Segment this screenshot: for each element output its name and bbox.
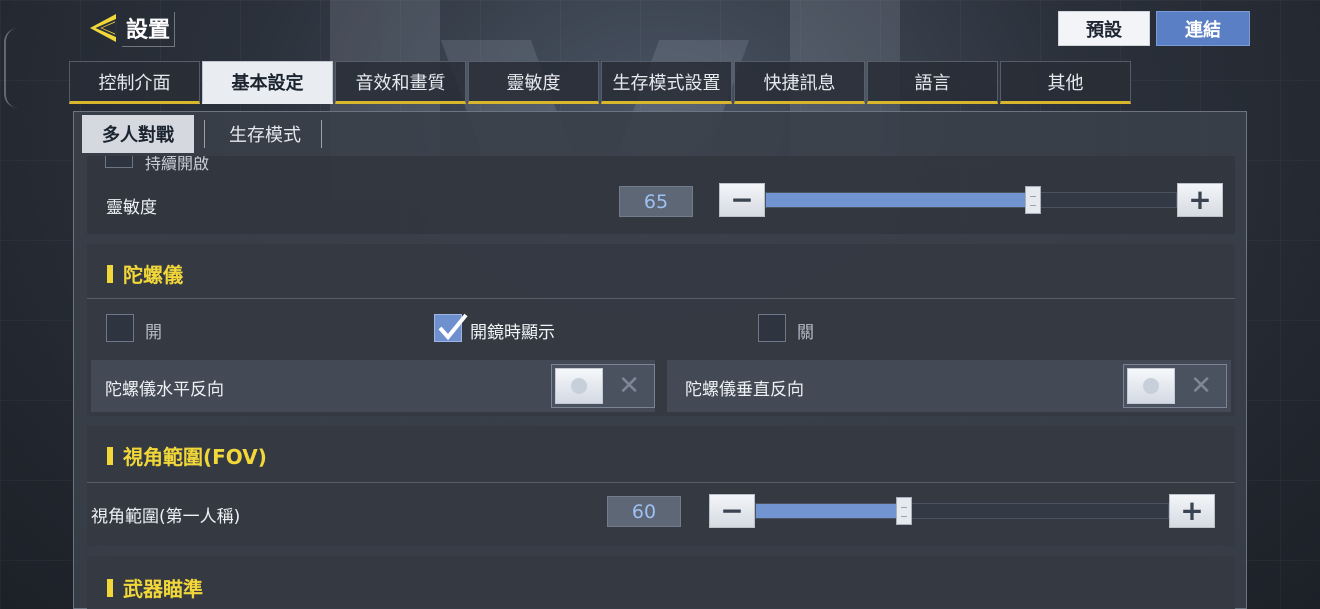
gyro-off-label: 關	[797, 323, 814, 343]
section-marker	[107, 264, 113, 283]
gyro-vertical-invert-label: 陀螺儀垂直反向	[685, 380, 804, 400]
continuous-label: 持續開啟	[145, 156, 210, 173]
gyro-scope-checkbox[interactable]	[434, 313, 468, 342]
checkmark-icon	[438, 313, 468, 341]
main-tabs: 控制介面 基本設定 音效和畫質 靈敏度 生存模式設置 快捷訊息 語言 其他	[69, 61, 1131, 104]
fov-title: 視角範圍(FOV)	[107, 441, 267, 470]
tab-survival-settings[interactable]: 生存模式設置	[601, 61, 732, 104]
tab-language[interactable]: 語言	[867, 61, 998, 104]
tab-basic-settings[interactable]: 基本設定	[202, 61, 333, 104]
gyro-vertical-invert-toggle[interactable]: ✕	[1123, 364, 1227, 408]
sensitivity-section: 持續開啟 靈敏度 65 − +	[87, 156, 1235, 234]
toggle-knob	[1127, 368, 1175, 404]
fov-title-text: 視角範圍(FOV)	[123, 445, 267, 469]
section-marker	[107, 446, 113, 465]
tab-other[interactable]: 其他	[1000, 61, 1131, 104]
gyroscope-title: 陀螺儀	[107, 259, 183, 288]
section-divider	[87, 482, 1235, 483]
link-button[interactable]: 連結	[1156, 11, 1250, 46]
weapon-aim-title-text: 武器瞄準	[123, 577, 203, 601]
fov-label: 視角範圍(第一人稱)	[91, 507, 241, 527]
gyroscope-title-text: 陀螺儀	[123, 263, 183, 287]
sensitivity-increase-button[interactable]: +	[1177, 183, 1223, 217]
gyro-on-checkbox[interactable]	[106, 314, 134, 342]
gyro-horizontal-invert-row: 陀螺儀水平反向 ✕	[91, 360, 655, 412]
back-arrow-icon	[90, 14, 117, 42]
preset-button[interactable]: 預設	[1058, 11, 1150, 46]
fov-value: 60	[607, 496, 681, 527]
gyro-on-label: 開	[145, 323, 162, 343]
fov-slider-fill	[756, 504, 905, 518]
subtab-divider	[204, 120, 205, 148]
sensitivity-decrease-button[interactable]: −	[719, 183, 765, 217]
fov-increase-button[interactable]: +	[1169, 494, 1215, 528]
plus-icon: +	[1180, 494, 1204, 527]
gyro-horizontal-invert-toggle[interactable]: ✕	[551, 364, 655, 408]
sensitivity-slider-fill	[766, 193, 1033, 207]
tab-quick-messages[interactable]: 快捷訊息	[734, 61, 865, 104]
minus-icon: −	[730, 183, 754, 216]
section-marker	[107, 578, 113, 597]
page-title: 設置	[122, 12, 176, 47]
tab-audio-graphics[interactable]: 音效和畫質	[335, 61, 466, 104]
gyro-off-checkbox[interactable]	[758, 314, 786, 342]
fov-slider[interactable]	[755, 497, 1169, 525]
gyroscope-section: 陀螺儀 開 開鏡時顯示 關 陀螺儀水平反向 ✕ 陀螺儀垂直反向 ✕	[87, 244, 1235, 416]
plus-icon: +	[1188, 183, 1212, 216]
minus-icon: −	[720, 494, 744, 527]
fov-decrease-button[interactable]: −	[709, 494, 755, 528]
continuous-checkbox[interactable]	[105, 156, 133, 168]
fov-slider-thumb[interactable]	[896, 497, 913, 525]
gyro-scope-label: 開鏡時顯示	[470, 323, 555, 343]
sensitivity-label: 靈敏度	[106, 198, 157, 218]
subtab-survival[interactable]: 生存模式	[209, 115, 321, 153]
fov-section: 視角範圍(FOV) 視角範圍(第一人稱) 60 − +	[87, 426, 1235, 546]
weapon-aim-section: 武器瞄準	[87, 556, 1235, 609]
back-button[interactable]	[86, 10, 122, 46]
subtab-divider	[321, 120, 322, 148]
weapon-aim-title: 武器瞄準	[107, 573, 203, 602]
sensitivity-value: 65	[619, 186, 693, 217]
left-edge-decoration	[4, 28, 18, 108]
close-x-icon: ✕	[618, 371, 640, 401]
tab-sensitivity[interactable]: 靈敏度	[468, 61, 599, 104]
sensitivity-slider-thumb[interactable]	[1024, 186, 1041, 214]
tab-controls[interactable]: 控制介面	[69, 61, 200, 104]
close-x-icon: ✕	[1190, 371, 1212, 401]
gyro-vertical-invert-row: 陀螺儀垂直反向 ✕	[667, 360, 1231, 412]
subtab-multiplayer[interactable]: 多人對戰	[82, 115, 194, 153]
subtabs: 多人對戰 生存模式	[82, 114, 322, 154]
toggle-knob	[555, 368, 603, 404]
sensitivity-slider[interactable]	[765, 186, 1177, 214]
gyro-horizontal-invert-label: 陀螺儀水平反向	[105, 380, 224, 400]
settings-panel: 多人對戰 生存模式 持續開啟 靈敏度 65 − + 陀螺儀 開 開鏡時顯示 關 …	[73, 111, 1247, 609]
section-divider	[87, 298, 1235, 299]
